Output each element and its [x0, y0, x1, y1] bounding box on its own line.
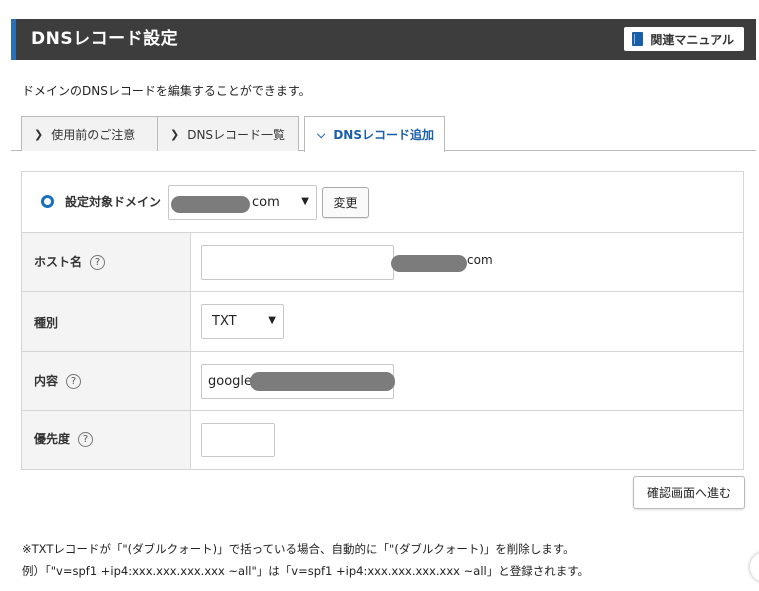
- tab-label: 使用前のご注意: [51, 127, 136, 142]
- help-icon[interactable]: ?: [78, 432, 94, 447]
- proceed-to-confirm-button[interactable]: 確認画面へ進む: [633, 476, 745, 509]
- priority-row: 優先度?: [22, 411, 743, 469]
- host-label: ホスト名?: [34, 253, 106, 270]
- priority-input[interactable]: [201, 423, 275, 457]
- floating-help-button[interactable]: [750, 552, 759, 582]
- related-manual-label: 関連マニュアル: [650, 32, 734, 47]
- type-label-cell: 種別: [22, 292, 191, 351]
- target-domain-radio[interactable]: [41, 195, 54, 208]
- help-icon[interactable]: ?: [66, 374, 82, 389]
- content-input-value: google: [208, 374, 253, 389]
- type-label: 種別: [34, 316, 59, 330]
- txt-record-note: ※TXTレコードが「"(ダブルクォート)」で括っている場合、自動的に「"(ダブル…: [22, 542, 575, 556]
- domain-suffix: com: [252, 195, 280, 210]
- chevron-right-icon: ❯: [34, 127, 44, 141]
- content-input[interactable]: google: [201, 364, 395, 399]
- record-type-value: TXT: [212, 314, 237, 329]
- redacted-content: [250, 372, 395, 391]
- target-domain-label: 設定対象ドメイン: [65, 195, 162, 209]
- related-manual-button[interactable]: 関連マニュアル: [624, 27, 744, 51]
- page-title: DNSレコード設定: [31, 29, 179, 49]
- host-domain-suffix: com: [467, 253, 493, 267]
- content-row: 内容? google: [22, 352, 743, 411]
- priority-label: 優先度?: [34, 430, 94, 447]
- chevron-down-icon: ⌵: [317, 127, 326, 141]
- tab-precautions[interactable]: ❯ 使用前のご注意: [21, 116, 158, 151]
- change-domain-button[interactable]: 変更: [322, 187, 369, 218]
- tab-label: DNSレコード一覧: [187, 127, 286, 142]
- record-type-select[interactable]: TXT ▼: [201, 304, 284, 339]
- chevron-right-icon: ❯: [170, 127, 180, 141]
- host-row: ホスト名? com: [22, 233, 743, 292]
- help-icon[interactable]: ?: [90, 255, 106, 270]
- redacted-domain: [391, 255, 467, 272]
- tab-bar: ❯ 使用前のご注意 ❯ DNSレコード一覧 ⌵ DNSレコード追加: [11, 116, 756, 152]
- dns-record-form: 設定対象ドメイン com ▼ 変更 ホスト名? com 種別 TXT ▼ 内容?…: [21, 171, 744, 470]
- redacted-domain: [171, 196, 250, 213]
- priority-label-cell: 優先度?: [22, 411, 191, 469]
- page-header: DNSレコード設定 関連マニュアル: [11, 19, 756, 60]
- chevron-down-icon: ▼: [268, 315, 276, 326]
- txt-record-example: 例）「"v=spf1 +ip4:xxx.xxx.xxx.xxx ~all"」は「…: [22, 564, 590, 578]
- host-input[interactable]: [201, 245, 394, 280]
- header-accent-bar: [11, 19, 16, 60]
- domain-select[interactable]: com ▼: [168, 185, 317, 220]
- tab-label: DNSレコード追加: [333, 128, 434, 142]
- chevron-down-icon: ▼: [301, 196, 309, 207]
- tab-dns-record-list[interactable]: ❯ DNSレコード一覧: [157, 116, 299, 151]
- type-row: 種別 TXT ▼: [22, 292, 743, 352]
- host-label-cell: ホスト名?: [22, 233, 191, 291]
- content-label: 内容?: [34, 372, 82, 389]
- page-description: ドメインのDNSレコードを編集することができます。: [22, 84, 311, 98]
- target-domain-row: 設定対象ドメイン com ▼ 変更: [22, 172, 743, 233]
- tab-dns-record-add[interactable]: ⌵ DNSレコード追加: [304, 116, 445, 152]
- book-icon: [632, 32, 644, 46]
- content-label-cell: 内容?: [22, 352, 191, 410]
